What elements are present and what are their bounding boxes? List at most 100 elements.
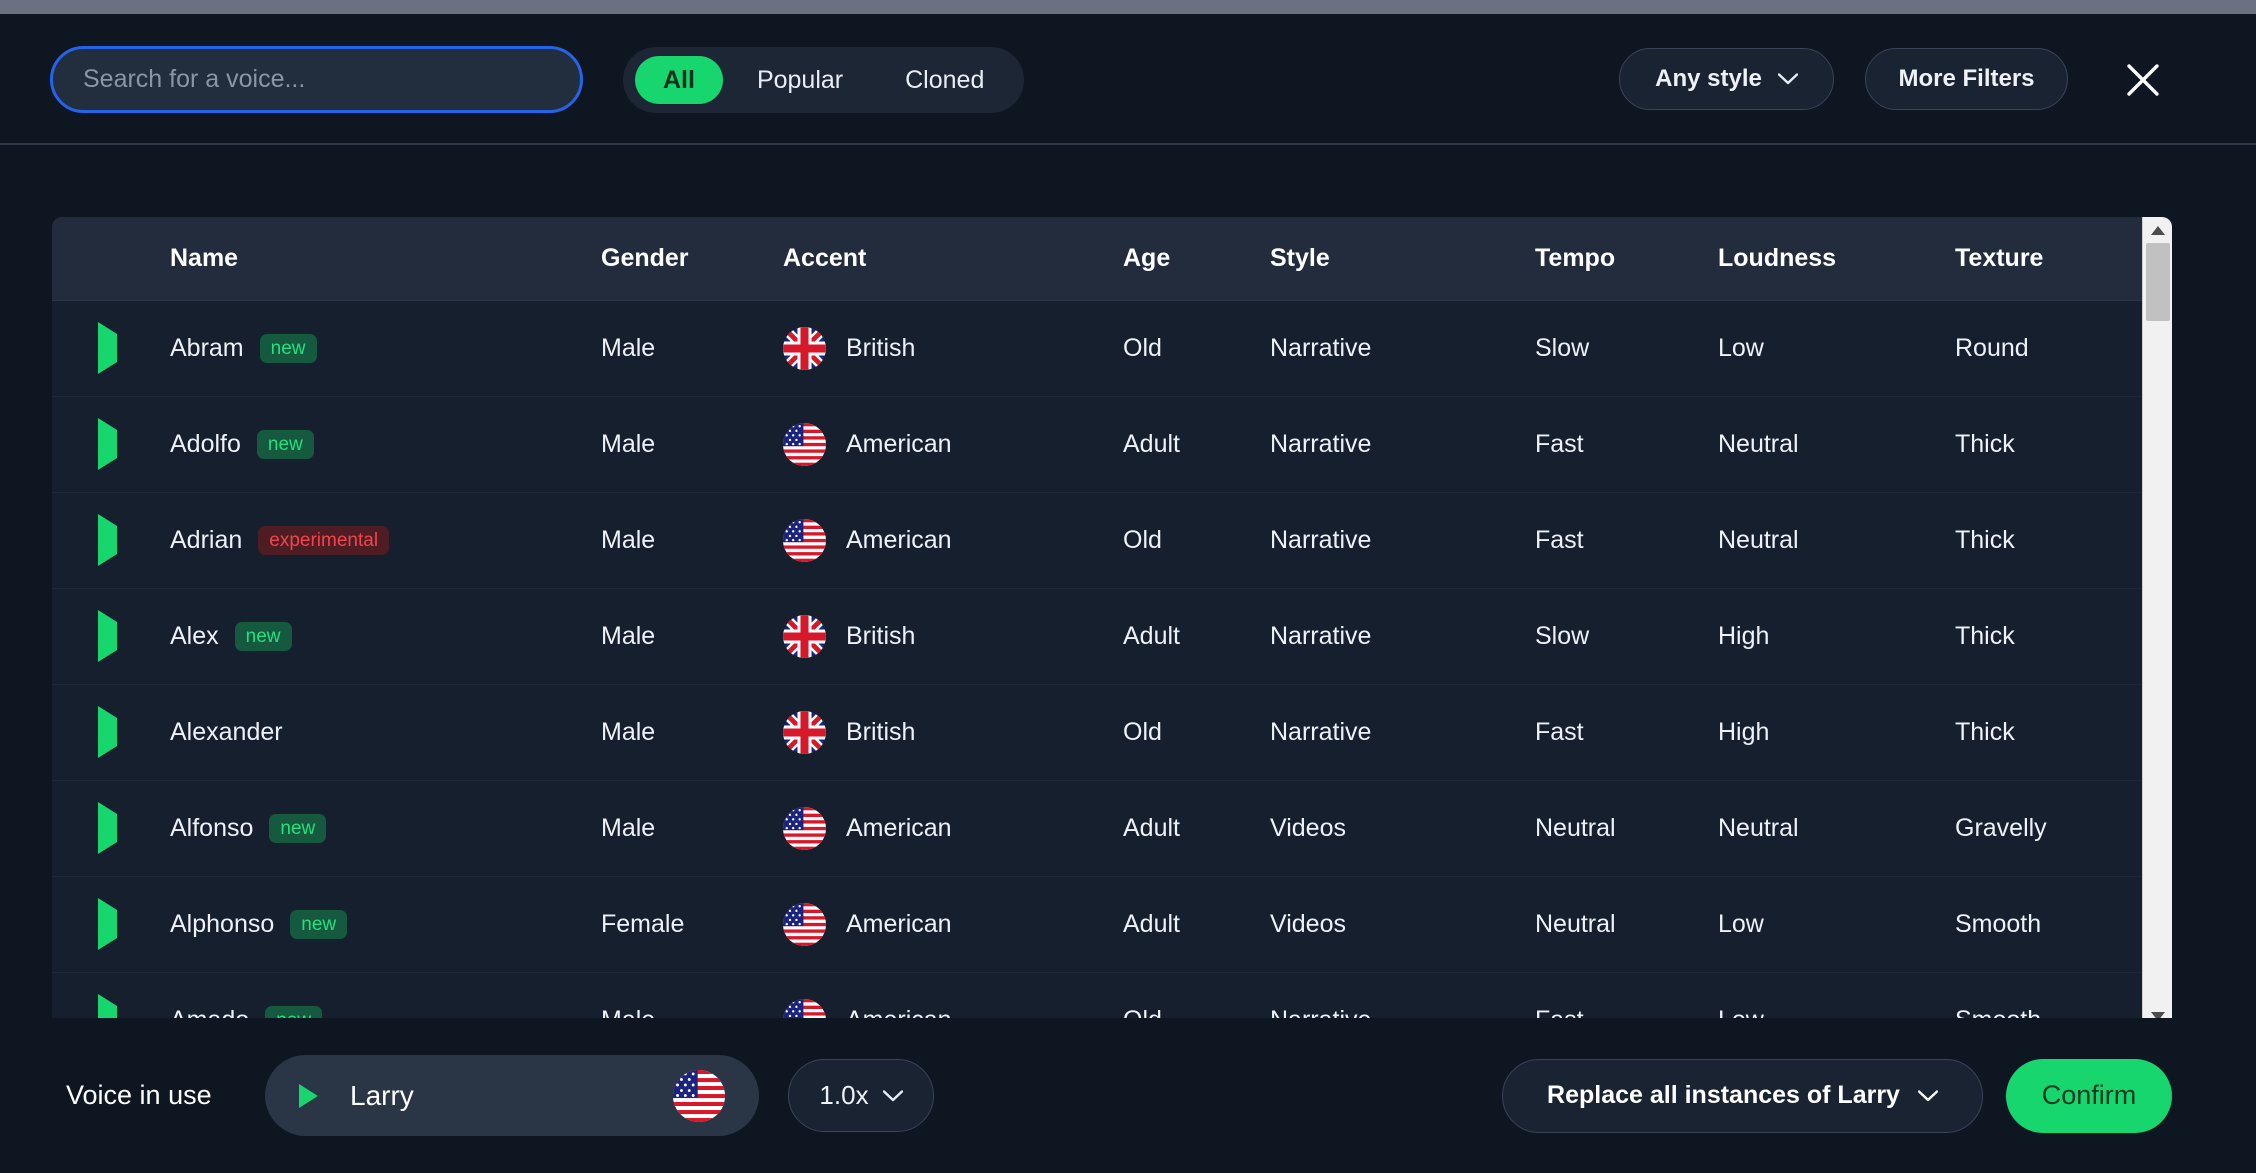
scrollbar-thumb[interactable] xyxy=(2146,243,2170,321)
replace-scope-label: Replace all instances of Larry xyxy=(1547,1081,1900,1110)
header-age[interactable]: Age xyxy=(1123,244,1270,273)
table-row[interactable]: AlphonsonewFemaleAmericanAdultVideosNeut… xyxy=(52,877,2172,973)
table-header-row: Name Gender Accent Age Style Tempo Loudn… xyxy=(52,217,2172,301)
loudness-cell: Neutral xyxy=(1718,814,1955,843)
header-loudness[interactable]: Loudness xyxy=(1718,244,1955,273)
confirm-button[interactable]: Confirm xyxy=(2006,1059,2172,1133)
badge-new: new xyxy=(290,910,347,939)
gender-cell: Male xyxy=(601,814,783,843)
voice-picker-dialog: All Popular Cloned Any style More Filter… xyxy=(0,14,2256,1173)
table-row[interactable]: AdolfonewMaleAmericanAdultNarrativeFastN… xyxy=(52,397,2172,493)
current-voice-name: Larry xyxy=(350,1080,641,1112)
chevron-down-icon xyxy=(883,1090,903,1102)
header-accent[interactable]: Accent xyxy=(783,244,1123,273)
loudness-cell: High xyxy=(1718,718,1955,747)
texture-cell: Thick xyxy=(1955,526,2172,555)
play-icon[interactable] xyxy=(98,514,117,566)
texture-cell: Thick xyxy=(1955,718,2172,747)
play-cell xyxy=(52,334,170,363)
age-cell: Adult xyxy=(1123,814,1270,843)
us-flag-icon xyxy=(783,423,826,466)
voice-filter-tabs: All Popular Cloned xyxy=(623,47,1024,113)
voice-name-cell: Alphonso new xyxy=(170,910,601,939)
voice-name: Adrian xyxy=(170,526,242,555)
player-footer: Voice in use Larry 1.0x Replace all inst… xyxy=(0,1018,2256,1173)
age-cell: Adult xyxy=(1123,430,1270,459)
tab-popular[interactable]: Popular xyxy=(729,56,871,104)
table-scrollbar[interactable] xyxy=(2142,217,2172,1029)
header-texture[interactable]: Texture xyxy=(1955,244,2172,273)
table-row[interactable]: AdrianexperimentalMaleAmericanOldNarrati… xyxy=(52,493,2172,589)
play-icon[interactable] xyxy=(98,610,117,662)
style-cell: Videos xyxy=(1270,814,1535,843)
play-icon[interactable] xyxy=(299,1084,318,1108)
uk-flag-icon xyxy=(783,711,826,754)
tempo-cell: Neutral xyxy=(1535,910,1718,939)
style-cell: Videos xyxy=(1270,910,1535,939)
style-cell: Narrative xyxy=(1270,334,1535,363)
tab-cloned[interactable]: Cloned xyxy=(877,56,1012,104)
play-icon[interactable] xyxy=(98,322,117,374)
close-icon[interactable] xyxy=(2124,61,2162,99)
play-icon[interactable] xyxy=(98,706,117,758)
accent-cell: British xyxy=(783,615,1123,658)
accent-cell: American xyxy=(783,807,1123,850)
more-filters-button[interactable]: More Filters xyxy=(1865,48,2068,110)
style-cell: Narrative xyxy=(1270,622,1535,651)
us-flag-icon xyxy=(783,903,826,946)
voice-name-cell: Abramnew xyxy=(170,334,601,363)
playback-speed-dropdown[interactable]: 1.0x xyxy=(788,1059,934,1132)
voice-table-panel: Name Gender Accent Age Style Tempo Loudn… xyxy=(52,217,2172,1029)
texture-cell: Gravelly xyxy=(1955,814,2172,843)
age-cell: Old xyxy=(1123,334,1270,363)
accent-label: American xyxy=(846,910,952,939)
accent-label: American xyxy=(846,526,952,555)
uk-flag-icon xyxy=(783,327,826,370)
badge-new: new xyxy=(235,622,292,651)
loudness-cell: Neutral xyxy=(1718,430,1955,459)
playback-speed-label: 1.0x xyxy=(819,1080,868,1111)
play-cell xyxy=(52,622,170,651)
accent-cell: American xyxy=(783,903,1123,946)
search-field-wrapper xyxy=(50,46,583,113)
age-cell: Old xyxy=(1123,718,1270,747)
table-row[interactable]: AlfonsonewMaleAmericanAdultVideosNeutral… xyxy=(52,781,2172,877)
play-cell xyxy=(52,910,170,939)
table-row[interactable]: AlexnewMaleBritishAdultNarrativeSlowHigh… xyxy=(52,589,2172,685)
age-cell: Adult xyxy=(1123,910,1270,939)
chevron-down-icon xyxy=(1778,73,1798,85)
gender-cell: Male xyxy=(601,622,783,651)
play-icon[interactable] xyxy=(98,802,117,854)
tempo-cell: Fast xyxy=(1535,526,1718,555)
voice-name: Abram xyxy=(170,334,244,363)
voice-name: Alphonso xyxy=(170,910,274,939)
voice-in-use-label: Voice in use xyxy=(66,1080,212,1111)
table-row[interactable]: AbramnewMaleBritishOldNarrativeSlowLowRo… xyxy=(52,301,2172,397)
scroll-up-icon[interactable] xyxy=(2143,217,2172,243)
voice-name: Alexander xyxy=(170,718,283,747)
play-icon[interactable] xyxy=(98,898,117,950)
accent-cell: American xyxy=(783,519,1123,562)
any-style-dropdown[interactable]: Any style xyxy=(1619,48,1834,110)
header-gender[interactable]: Gender xyxy=(601,244,783,273)
accent-cell: American xyxy=(783,423,1123,466)
voice-name: Alex xyxy=(170,622,219,651)
table-row[interactable]: AlexanderMaleBritishOldNarrativeFastHigh… xyxy=(52,685,2172,781)
header-name[interactable]: Name xyxy=(170,244,601,273)
voice-name-cell: Alexnew xyxy=(170,622,601,651)
play-icon[interactable] xyxy=(98,418,117,470)
tempo-cell: Slow xyxy=(1535,334,1718,363)
current-voice-player[interactable]: Larry xyxy=(265,1055,759,1136)
header-style[interactable]: Style xyxy=(1270,244,1535,273)
header-tempo[interactable]: Tempo xyxy=(1535,244,1718,273)
accent-label: American xyxy=(846,430,952,459)
replace-scope-dropdown[interactable]: Replace all instances of Larry xyxy=(1502,1059,1983,1133)
age-cell: Adult xyxy=(1123,622,1270,651)
voice-name: Adolfo xyxy=(170,430,241,459)
us-flag-icon xyxy=(783,519,826,562)
filter-toolbar: All Popular Cloned Any style More Filter… xyxy=(0,14,2256,145)
age-cell: Old xyxy=(1123,526,1270,555)
more-filters-label: More Filters xyxy=(1898,65,2034,93)
tab-all[interactable]: All xyxy=(635,56,723,104)
search-input[interactable] xyxy=(50,46,583,113)
